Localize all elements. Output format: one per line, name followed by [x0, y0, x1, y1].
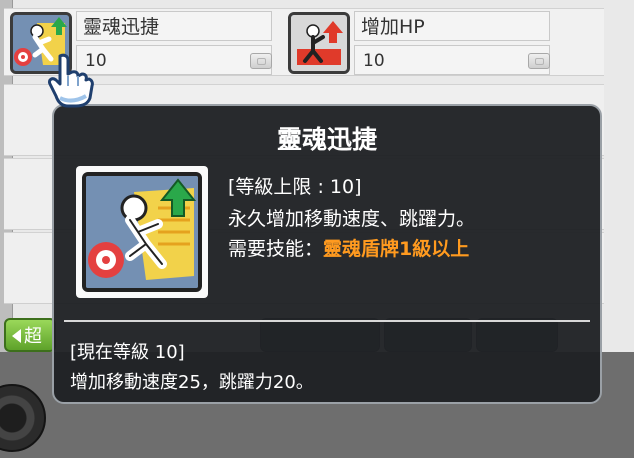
tooltip-max-level: [等級上限 : 10]	[228, 176, 362, 198]
skill-name-2: 增加HP	[354, 11, 550, 41]
super-skill-button-label: 超	[24, 326, 42, 347]
tooltip-divider	[64, 320, 590, 322]
tooltip-icon-frame	[76, 166, 208, 298]
skill-name-1: 靈魂迅捷	[76, 11, 272, 41]
tooltip-description: 永久增加移動速度、跳躍力。	[228, 208, 476, 230]
skill-tooltip: 靈魂迅捷 [等級上限 : 10] 永久增加移動速度、跳躍力。 需要技能：靈魂盾牌	[52, 104, 602, 404]
super-skill-button[interactable]: 超	[4, 318, 56, 352]
skill-2-level-up-button[interactable]	[528, 53, 550, 69]
skill-level-2: 10	[354, 45, 550, 75]
arrow-left-icon	[12, 329, 21, 343]
increase-hp-icon[interactable]	[288, 12, 350, 74]
skill-level-1: 10	[76, 45, 272, 75]
tooltip-current-level: [現在等級 10]	[70, 342, 185, 363]
tooltip-requirement-value: 靈魂盾牌1級以上	[323, 238, 470, 260]
tooltip-requirement: 需要技能：靈魂盾牌1級以上	[228, 234, 469, 261]
tooltip-requirement-label: 需要技能：	[228, 238, 324, 260]
tooltip-title: 靈魂迅捷	[276, 125, 377, 154]
tooltip-current-effect: 增加移動速度25，跳躍力20。	[70, 372, 314, 393]
skill-1-level-up-button[interactable]	[250, 53, 272, 69]
soul-swiftness-icon	[82, 172, 202, 292]
hand-cursor-icon	[46, 52, 96, 108]
